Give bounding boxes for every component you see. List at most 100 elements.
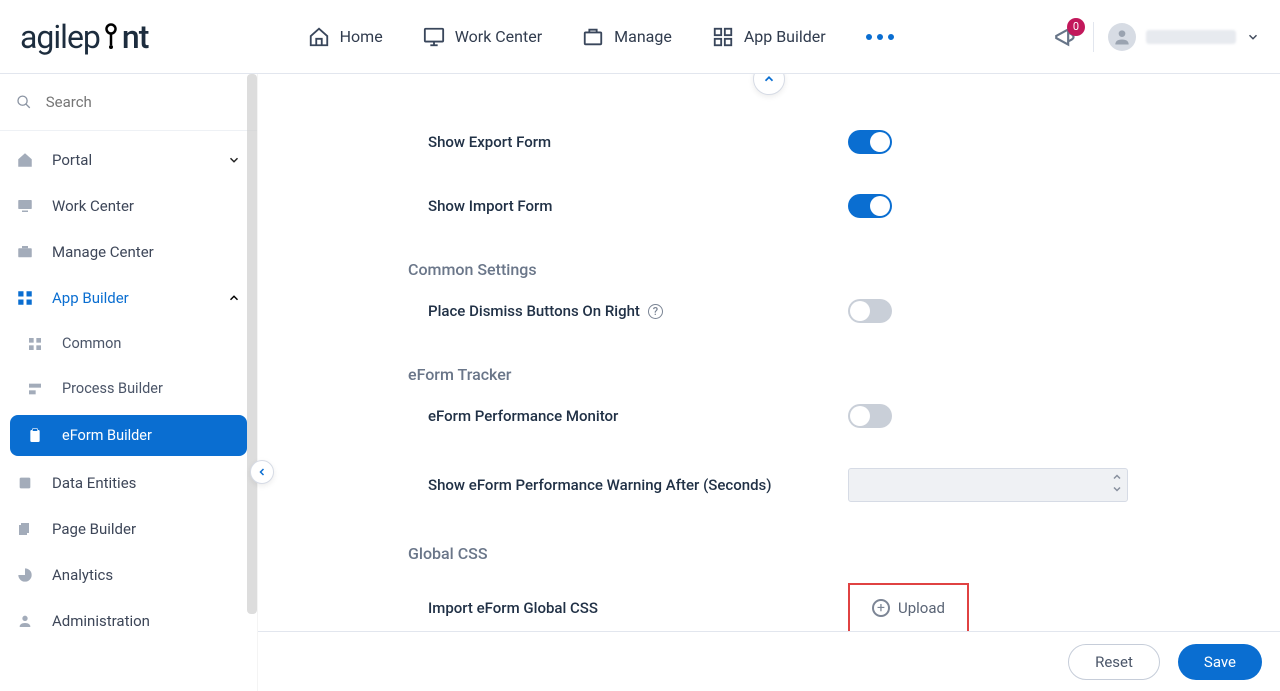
monitor-icon <box>423 26 445 48</box>
pages-icon <box>16 521 34 537</box>
sidebar-item-label: Page Builder <box>52 520 241 538</box>
sidebar-subitem-eformbuilder[interactable]: eForm Builder <box>10 415 247 456</box>
nav-manage[interactable]: Manage <box>582 26 672 48</box>
nav-home[interactable]: Home <box>308 26 383 48</box>
upload-highlight: + Upload <box>848 583 969 633</box>
sidebar-item-label: Manage Center <box>52 243 241 261</box>
body: Portal Work Center Manage Center App Bui… <box>0 74 1280 691</box>
label-eform-perf-monitor: eForm Performance Monitor <box>408 407 848 425</box>
chevron-up-icon <box>762 74 776 86</box>
sidebar-subitem-label: Process Builder <box>62 380 163 397</box>
sidebar-search[interactable] <box>0 74 257 131</box>
chevron-left-icon <box>256 466 268 478</box>
user-name-masked <box>1146 30 1236 44</box>
seconds-stepper[interactable] <box>848 468 1128 502</box>
nav-workcenter-label: Work Center <box>455 27 542 46</box>
notification-badge: 0 <box>1067 18 1085 36</box>
apps-icon <box>16 289 34 307</box>
sidebar-item-label: App Builder <box>52 289 209 307</box>
chevron-down-icon <box>227 153 241 167</box>
sidebar-subitem-processbuilder[interactable]: Process Builder <box>0 366 257 411</box>
label-import-global-css: Import eForm Global CSS <box>408 599 848 617</box>
topbar: agilep nt Home Work Center Manage App Bu… <box>0 0 1280 74</box>
briefcase-icon <box>16 243 34 261</box>
upload-button[interactable]: + Upload <box>862 591 955 625</box>
main-content: Show Export Form Show Import Form Common… <box>258 74 1280 691</box>
avatar <box>1108 23 1136 51</box>
monitor-icon <box>16 197 34 215</box>
apps-icon <box>712 26 734 48</box>
settings-form: Show Export Form Show Import Form Common… <box>408 110 1148 691</box>
label-show-export-form: Show Export Form <box>408 133 848 151</box>
chevron-up-icon <box>227 291 241 305</box>
database-icon <box>16 475 34 491</box>
nav-workcenter[interactable]: Work Center <box>423 26 542 48</box>
help-icon[interactable]: ? <box>648 304 663 319</box>
nav-appbuilder[interactable]: App Builder <box>712 26 826 48</box>
section-global-css: Global CSS <box>408 544 1148 563</box>
label-dismiss-right: Place Dismiss Buttons On Right ? <box>408 302 848 320</box>
footer: Reset Save <box>258 631 1280 691</box>
sidebar-item-pagebuilder[interactable]: Page Builder <box>0 506 257 552</box>
grid-icon <box>26 336 44 352</box>
sidebar-item-label: Analytics <box>52 566 241 584</box>
sidebar-subitem-common[interactable]: Common <box>0 321 257 366</box>
toggle-show-export-form[interactable] <box>848 130 892 154</box>
label-show-import-form: Show Import Form <box>408 197 848 215</box>
sidebar-item-portal[interactable]: Portal <box>0 137 257 183</box>
scroll-up-handle[interactable] <box>753 74 785 95</box>
chart-icon <box>16 567 34 583</box>
sidebar-item-appbuilder[interactable]: App Builder <box>0 275 257 321</box>
chevron-down-icon[interactable] <box>1111 483 1123 495</box>
sidebar-item-dataentities[interactable]: Data Entities <box>0 460 257 506</box>
person-icon <box>1112 27 1132 47</box>
section-common-settings: Common Settings <box>408 260 1148 279</box>
nav-home-label: Home <box>340 27 383 46</box>
home-icon <box>16 151 34 169</box>
nav-more[interactable] <box>866 26 894 48</box>
row-show-import-form: Show Import Form <box>408 174 1148 238</box>
briefcase-icon <box>582 26 604 48</box>
label-eform-perf-warning: Show eForm Performance Warning After (Se… <box>408 476 848 494</box>
chevron-down-icon <box>1246 30 1260 44</box>
section-eform-tracker: eForm Tracker <box>408 365 1148 384</box>
sidebar-item-label: Work Center <box>52 197 241 215</box>
notifications-button[interactable]: 0 <box>1053 24 1079 50</box>
toggle-show-import-form[interactable] <box>848 194 892 218</box>
sidebar-item-workcenter[interactable]: Work Center <box>0 183 257 229</box>
sidebar-item-label: Administration <box>52 612 241 630</box>
sidebar-item-managecenter[interactable]: Manage Center <box>0 229 257 275</box>
sidebar-collapse-handle[interactable] <box>250 460 274 484</box>
plus-circle-icon: + <box>872 599 890 617</box>
more-dots-icon <box>866 34 894 40</box>
toggle-eform-perf-monitor[interactable] <box>848 404 892 428</box>
nav-manage-label: Manage <box>614 27 672 46</box>
row-eform-perf-warning: Show eForm Performance Warning After (Se… <box>408 448 1148 522</box>
reset-button[interactable]: Reset <box>1068 644 1160 680</box>
person-icon <box>16 613 34 629</box>
flow-icon <box>26 381 44 397</box>
user-menu[interactable] <box>1108 23 1260 51</box>
sidebar-scrollbar[interactable] <box>247 74 257 614</box>
logo-mark-icon <box>102 23 120 51</box>
sidebar-item-analytics[interactable]: Analytics <box>0 552 257 598</box>
toggle-dismiss-right[interactable] <box>848 299 892 323</box>
search-icon <box>16 93 32 111</box>
sidebar-item-label: Portal <box>52 151 209 169</box>
top-right: 0 <box>1053 22 1260 52</box>
sidebar-item-administration[interactable]: Administration <box>0 598 257 644</box>
save-button[interactable]: Save <box>1178 644 1262 680</box>
divider <box>1093 22 1094 52</box>
sidebar-subitem-label: eForm Builder <box>62 427 152 444</box>
upload-label: Upload <box>898 599 945 617</box>
row-dismiss-right: Place Dismiss Buttons On Right ? <box>408 279 1148 343</box>
chevron-up-icon[interactable] <box>1111 471 1123 483</box>
row-eform-perf-monitor: eForm Performance Monitor <box>408 384 1148 448</box>
sidebar-item-label: Data Entities <box>52 474 241 492</box>
clipboard-icon <box>26 428 44 444</box>
home-icon <box>308 26 330 48</box>
sidebar: Portal Work Center Manage Center App Bui… <box>0 74 258 691</box>
logo: agilep nt <box>20 18 148 56</box>
search-input[interactable] <box>44 92 241 112</box>
nav-appbuilder-label: App Builder <box>744 27 826 46</box>
